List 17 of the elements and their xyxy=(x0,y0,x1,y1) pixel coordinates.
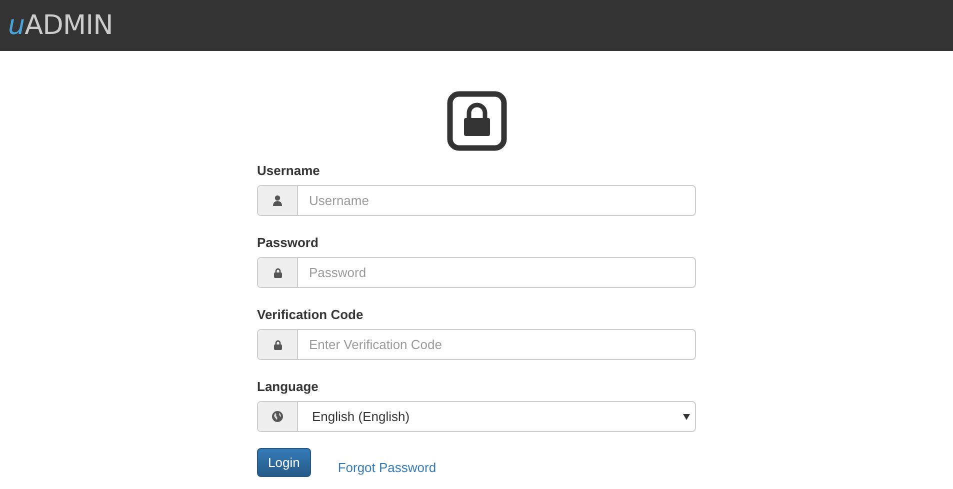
input-field[interactable]: Password xyxy=(257,257,696,288)
forgot-password-link[interactable]: Forgot Password xyxy=(338,460,436,475)
field-label: Verification Code xyxy=(257,307,364,322)
user-icon xyxy=(273,195,282,206)
field-label: Username xyxy=(257,163,321,178)
input-field[interactable]: Username xyxy=(257,185,696,216)
lock-icon xyxy=(446,91,506,151)
logo: uADMIN xyxy=(8,10,113,41)
field-label: Password xyxy=(257,235,320,250)
caret-icon xyxy=(683,414,690,420)
lock-icon xyxy=(274,340,282,350)
input-field[interactable]: Enter Verification Code xyxy=(257,329,696,360)
globe-icon xyxy=(272,411,283,422)
login-button[interactable]: Login xyxy=(257,448,311,477)
lock-icon xyxy=(274,268,282,278)
field-label: Language xyxy=(257,379,320,394)
language-select[interactable]: English (English) xyxy=(257,401,696,432)
